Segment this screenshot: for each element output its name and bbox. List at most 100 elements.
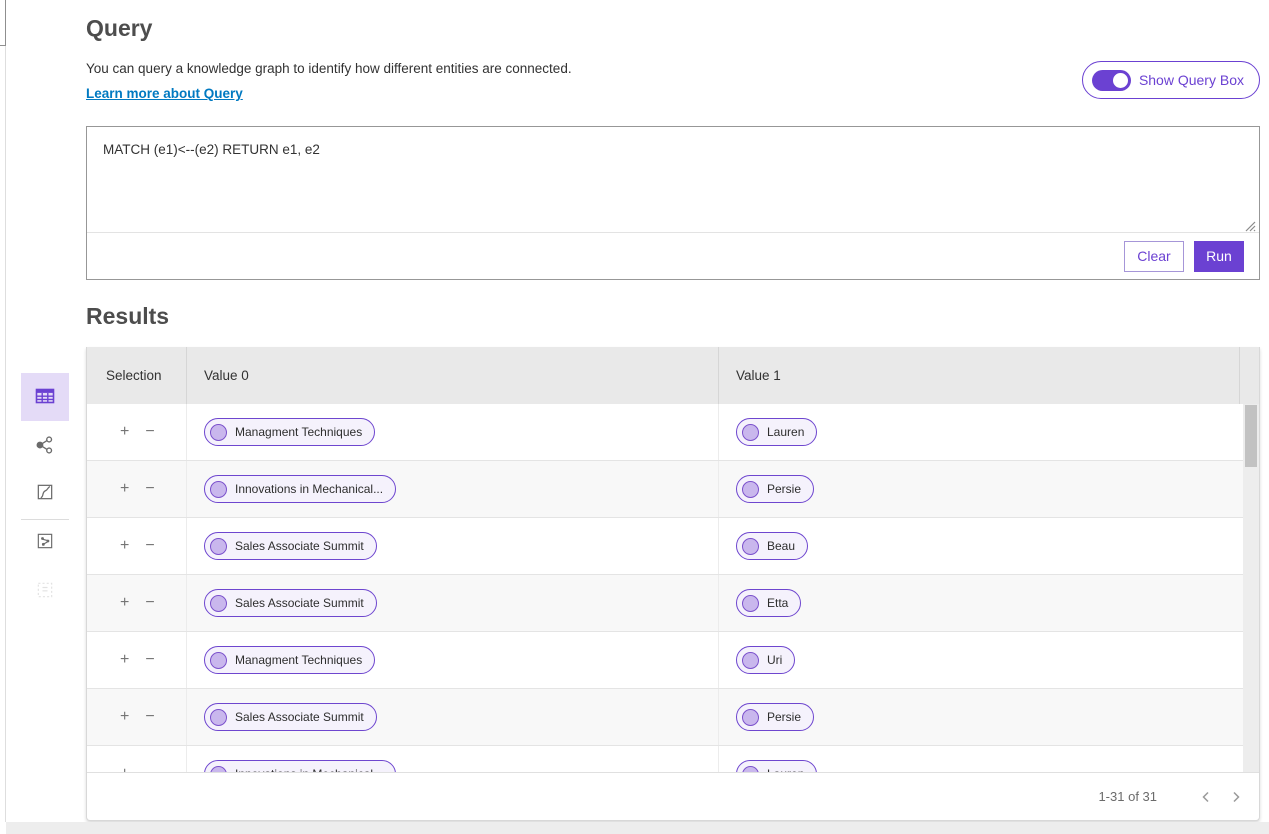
value1-chip[interactable]: Lauren	[736, 418, 817, 446]
results-title: Results	[86, 303, 169, 330]
sidebar-item-link-chart-view[interactable]	[21, 428, 69, 464]
value0-chip[interactable]: Sales Associate Summit	[204, 703, 377, 731]
value1-cell: Persie	[719, 689, 1240, 745]
table-pagination: 1-31 of 31	[87, 772, 1259, 820]
sidebar-item-map-link-chart-view[interactable]	[21, 524, 69, 560]
entity-icon	[742, 538, 759, 555]
entity-label: Innovations in Mechanical...	[235, 482, 383, 496]
page-bottom-strip	[6, 822, 1269, 834]
show-query-box-toggle[interactable]: Show Query Box	[1082, 61, 1260, 99]
value0-chip[interactable]: Managment Techniques	[204, 418, 375, 446]
table-header: Selection Value 0 Value 1	[87, 347, 1259, 404]
selection-cell: + −	[87, 461, 187, 517]
query-page: Query You can query a knowledge graph to…	[0, 0, 1269, 834]
remove-from-selection-button[interactable]: −	[145, 709, 154, 725]
pagination-next-button[interactable]	[1223, 784, 1249, 810]
add-to-selection-button[interactable]: +	[120, 709, 129, 725]
selection-cell: + −	[87, 518, 187, 574]
map-link-chart-icon	[35, 531, 55, 554]
value0-chip[interactable]: Innovations in Mechanical...	[204, 760, 396, 772]
table-scrollbar[interactable]	[1243, 404, 1259, 772]
toggle-switch-icon	[1092, 70, 1131, 91]
sidebar-item-table-view[interactable]	[21, 373, 69, 421]
value1-cell: Etta	[719, 575, 1240, 631]
column-header-value0: Value 0	[187, 347, 719, 404]
value1-chip[interactable]: Beau	[736, 532, 808, 560]
scrollbar-thumb[interactable]	[1245, 405, 1257, 467]
table-row: + − Managment Techniques Lauren	[87, 404, 1259, 461]
learn-more-link[interactable]: Learn more about Query	[86, 86, 243, 101]
selection-cell: + −	[87, 404, 187, 460]
toggle-label: Show Query Box	[1139, 72, 1244, 88]
layout-view-disabled-icon	[35, 580, 55, 603]
value1-cell: Lauren	[719, 404, 1240, 460]
table-row: + − Innovations in Mechanical... Lauren	[87, 746, 1259, 772]
remove-from-selection-button[interactable]: −	[145, 424, 154, 440]
results-view-sidebar	[0, 0, 86, 834]
value1-chip[interactable]: Uri	[736, 646, 795, 674]
table-row: + − Sales Associate Summit Beau	[87, 518, 1259, 575]
value0-cell: Innovations in Mechanical...	[187, 746, 719, 772]
remove-from-selection-button[interactable]: −	[145, 595, 154, 611]
table-view-icon	[33, 384, 57, 411]
value0-chip[interactable]: Sales Associate Summit	[204, 532, 377, 560]
add-to-selection-button[interactable]: +	[120, 424, 129, 440]
entity-label: Sales Associate Summit	[235, 539, 364, 553]
sidebar-item-layout-view-disabled	[21, 573, 69, 609]
value0-cell: Sales Associate Summit	[187, 575, 719, 631]
value0-cell: Innovations in Mechanical...	[187, 461, 719, 517]
add-to-selection-button[interactable]: +	[120, 538, 129, 554]
value0-chip[interactable]: Sales Associate Summit	[204, 589, 377, 617]
entity-label: Persie	[767, 710, 801, 724]
entity-label: Persie	[767, 482, 801, 496]
value0-cell: Sales Associate Summit	[187, 689, 719, 745]
entity-icon	[210, 481, 227, 498]
page-description: You can query a knowledge graph to ident…	[86, 61, 572, 76]
results-table-card: Selection Value 0 Value 1 + − Managment …	[86, 347, 1260, 821]
entity-label: Managment Techniques	[235, 653, 362, 667]
value0-cell: Sales Associate Summit	[187, 518, 719, 574]
value0-chip[interactable]: Managment Techniques	[204, 646, 375, 674]
entity-icon	[210, 538, 227, 555]
value1-chip[interactable]: Persie	[736, 703, 814, 731]
value1-chip[interactable]: Etta	[736, 589, 801, 617]
query-input[interactable]: MATCH (e1)<--(e2) RETURN e1, e2	[87, 127, 1259, 233]
column-header-gutter	[1240, 347, 1258, 404]
pagination-range-label: 1-31 of 31	[1098, 789, 1157, 804]
entity-icon	[210, 424, 227, 441]
entity-icon	[742, 481, 759, 498]
entity-icon	[210, 709, 227, 726]
value0-cell: Managment Techniques	[187, 404, 719, 460]
column-header-selection: Selection	[87, 347, 187, 404]
value0-chip[interactable]: Innovations in Mechanical...	[204, 475, 396, 503]
value1-chip[interactable]: Persie	[736, 475, 814, 503]
sidebar-item-map-view[interactable]	[21, 475, 69, 511]
add-to-selection-button[interactable]: +	[120, 652, 129, 668]
query-content: Query You can query a knowledge graph to…	[86, 0, 1260, 834]
entity-label: Sales Associate Summit	[235, 710, 364, 724]
map-view-icon	[35, 482, 55, 505]
query-box: MATCH (e1)<--(e2) RETURN e1, e2 Clear Ru…	[86, 126, 1260, 280]
entity-icon	[742, 595, 759, 612]
remove-from-selection-button[interactable]: −	[145, 481, 154, 497]
entity-label: Etta	[767, 596, 788, 610]
clear-button[interactable]: Clear	[1124, 241, 1184, 272]
run-button[interactable]: Run	[1194, 241, 1244, 272]
value1-cell: Persie	[719, 461, 1240, 517]
pagination-prev-button[interactable]	[1193, 784, 1219, 810]
remove-from-selection-button[interactable]: −	[145, 538, 154, 554]
value1-chip[interactable]: Lauren	[736, 760, 817, 772]
add-to-selection-button[interactable]: +	[120, 595, 129, 611]
add-to-selection-button[interactable]: +	[120, 481, 129, 497]
page-title: Query	[86, 15, 152, 42]
value1-cell: Beau	[719, 518, 1240, 574]
value1-cell: Uri	[719, 632, 1240, 688]
selection-cell: + −	[87, 746, 187, 772]
remove-from-selection-button[interactable]: −	[145, 652, 154, 668]
table-body: + − Managment Techniques Lauren + − Inno…	[87, 404, 1259, 772]
resize-handle-icon[interactable]	[1244, 219, 1256, 231]
entity-icon	[210, 595, 227, 612]
sidebar-divider	[21, 519, 69, 520]
entity-icon	[210, 652, 227, 669]
table-row: + − Sales Associate Summit Persie	[87, 689, 1259, 746]
